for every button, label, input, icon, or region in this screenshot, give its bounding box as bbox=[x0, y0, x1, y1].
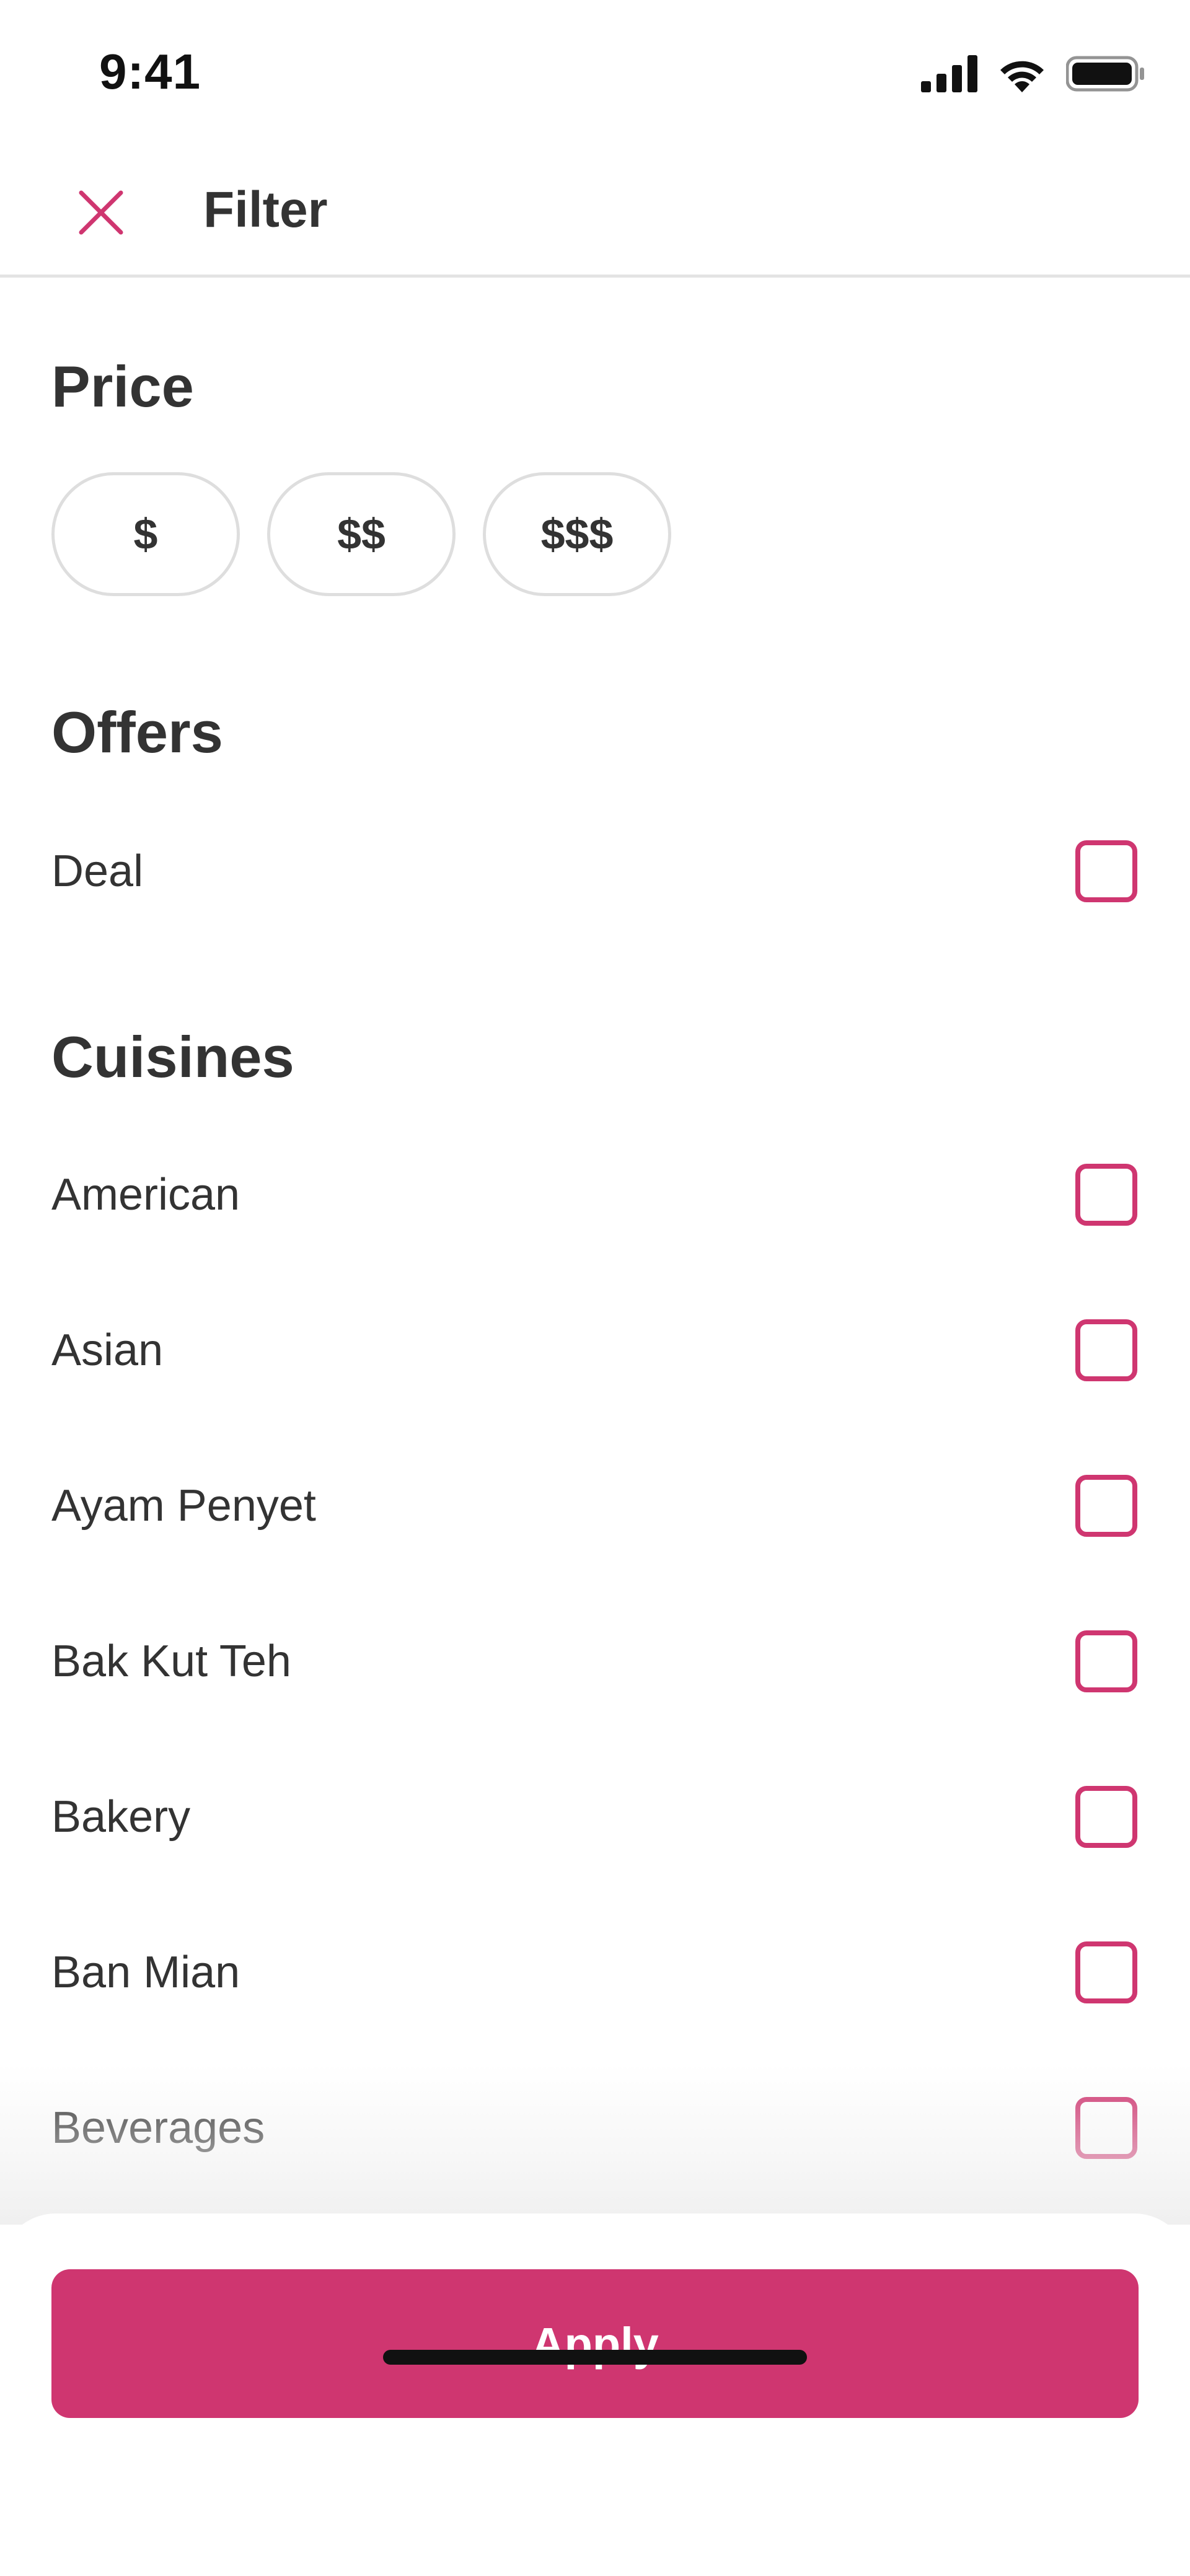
cuisine-checkbox[interactable] bbox=[1075, 1475, 1137, 1537]
apply-button[interactable]: Apply bbox=[51, 2269, 1139, 2418]
close-button[interactable] bbox=[68, 180, 133, 245]
cuisine-label: American bbox=[51, 1170, 240, 1220]
cuisine-label: Beverages bbox=[51, 2103, 265, 2153]
header: Filter bbox=[0, 143, 1190, 278]
filter-screen: 9:41 Filter Price $ $$ $$$ Offers Deal C… bbox=[0, 0, 1190, 2576]
price-chip-3[interactable]: $$$ bbox=[483, 472, 671, 596]
page-title: Filter bbox=[203, 182, 328, 238]
cuisine-row-ayam-penyet[interactable]: Ayam Penyet bbox=[0, 1444, 1190, 1568]
price-options: $ $$ $$$ bbox=[51, 472, 671, 596]
offer-label: Deal bbox=[51, 846, 144, 896]
cuisine-label: Ban Mian bbox=[51, 1948, 240, 1997]
cuisine-checkbox[interactable] bbox=[1075, 1630, 1137, 1692]
cuisine-checkbox[interactable] bbox=[1075, 1941, 1137, 2003]
price-section-title: Price bbox=[51, 354, 194, 419]
status-icons bbox=[921, 52, 1145, 95]
offers-section-title: Offers bbox=[51, 700, 223, 765]
wifi-icon bbox=[1000, 61, 1044, 92]
cuisine-row-asian[interactable]: Asian bbox=[0, 1288, 1190, 1412]
cuisine-row-ban-mian[interactable]: Ban Mian bbox=[0, 1910, 1190, 2034]
price-chip-1[interactable]: $ bbox=[51, 472, 240, 596]
offer-row-deal[interactable]: Deal bbox=[0, 809, 1190, 933]
status-time: 9:41 bbox=[99, 44, 201, 99]
close-icon bbox=[79, 190, 123, 234]
offer-checkbox[interactable] bbox=[1075, 840, 1137, 902]
cuisine-label: Bak Kut Teh bbox=[51, 1637, 291, 1686]
cuisine-label: Ayam Penyet bbox=[51, 1481, 316, 1531]
home-indicator bbox=[383, 2350, 807, 2365]
cuisine-row-bakery[interactable]: Bakery bbox=[0, 1755, 1190, 1879]
cuisine-checkbox[interactable] bbox=[1075, 2097, 1137, 2159]
bottom-action-bar: Apply bbox=[0, 2213, 1190, 2576]
cuisine-checkbox[interactable] bbox=[1075, 1164, 1137, 1226]
cuisine-row-bak-kut-teh[interactable]: Bak Kut Teh bbox=[0, 1599, 1190, 1723]
battery-icon bbox=[1066, 56, 1144, 92]
status-bar: 9:41 bbox=[0, 0, 1190, 143]
cuisine-row-beverages[interactable]: Beverages bbox=[0, 2066, 1190, 2190]
cuisines-section-title: Cuisines bbox=[51, 1024, 294, 1089]
price-chip-2[interactable]: $$ bbox=[267, 472, 456, 596]
cuisine-checkbox[interactable] bbox=[1075, 1319, 1137, 1381]
cuisine-row-american[interactable]: American bbox=[0, 1133, 1190, 1257]
cuisine-label: Bakery bbox=[51, 1792, 191, 1842]
cuisine-label: Asian bbox=[51, 1325, 164, 1375]
cuisine-checkbox[interactable] bbox=[1075, 1786, 1137, 1848]
cellular-signal-icon bbox=[921, 55, 977, 92]
